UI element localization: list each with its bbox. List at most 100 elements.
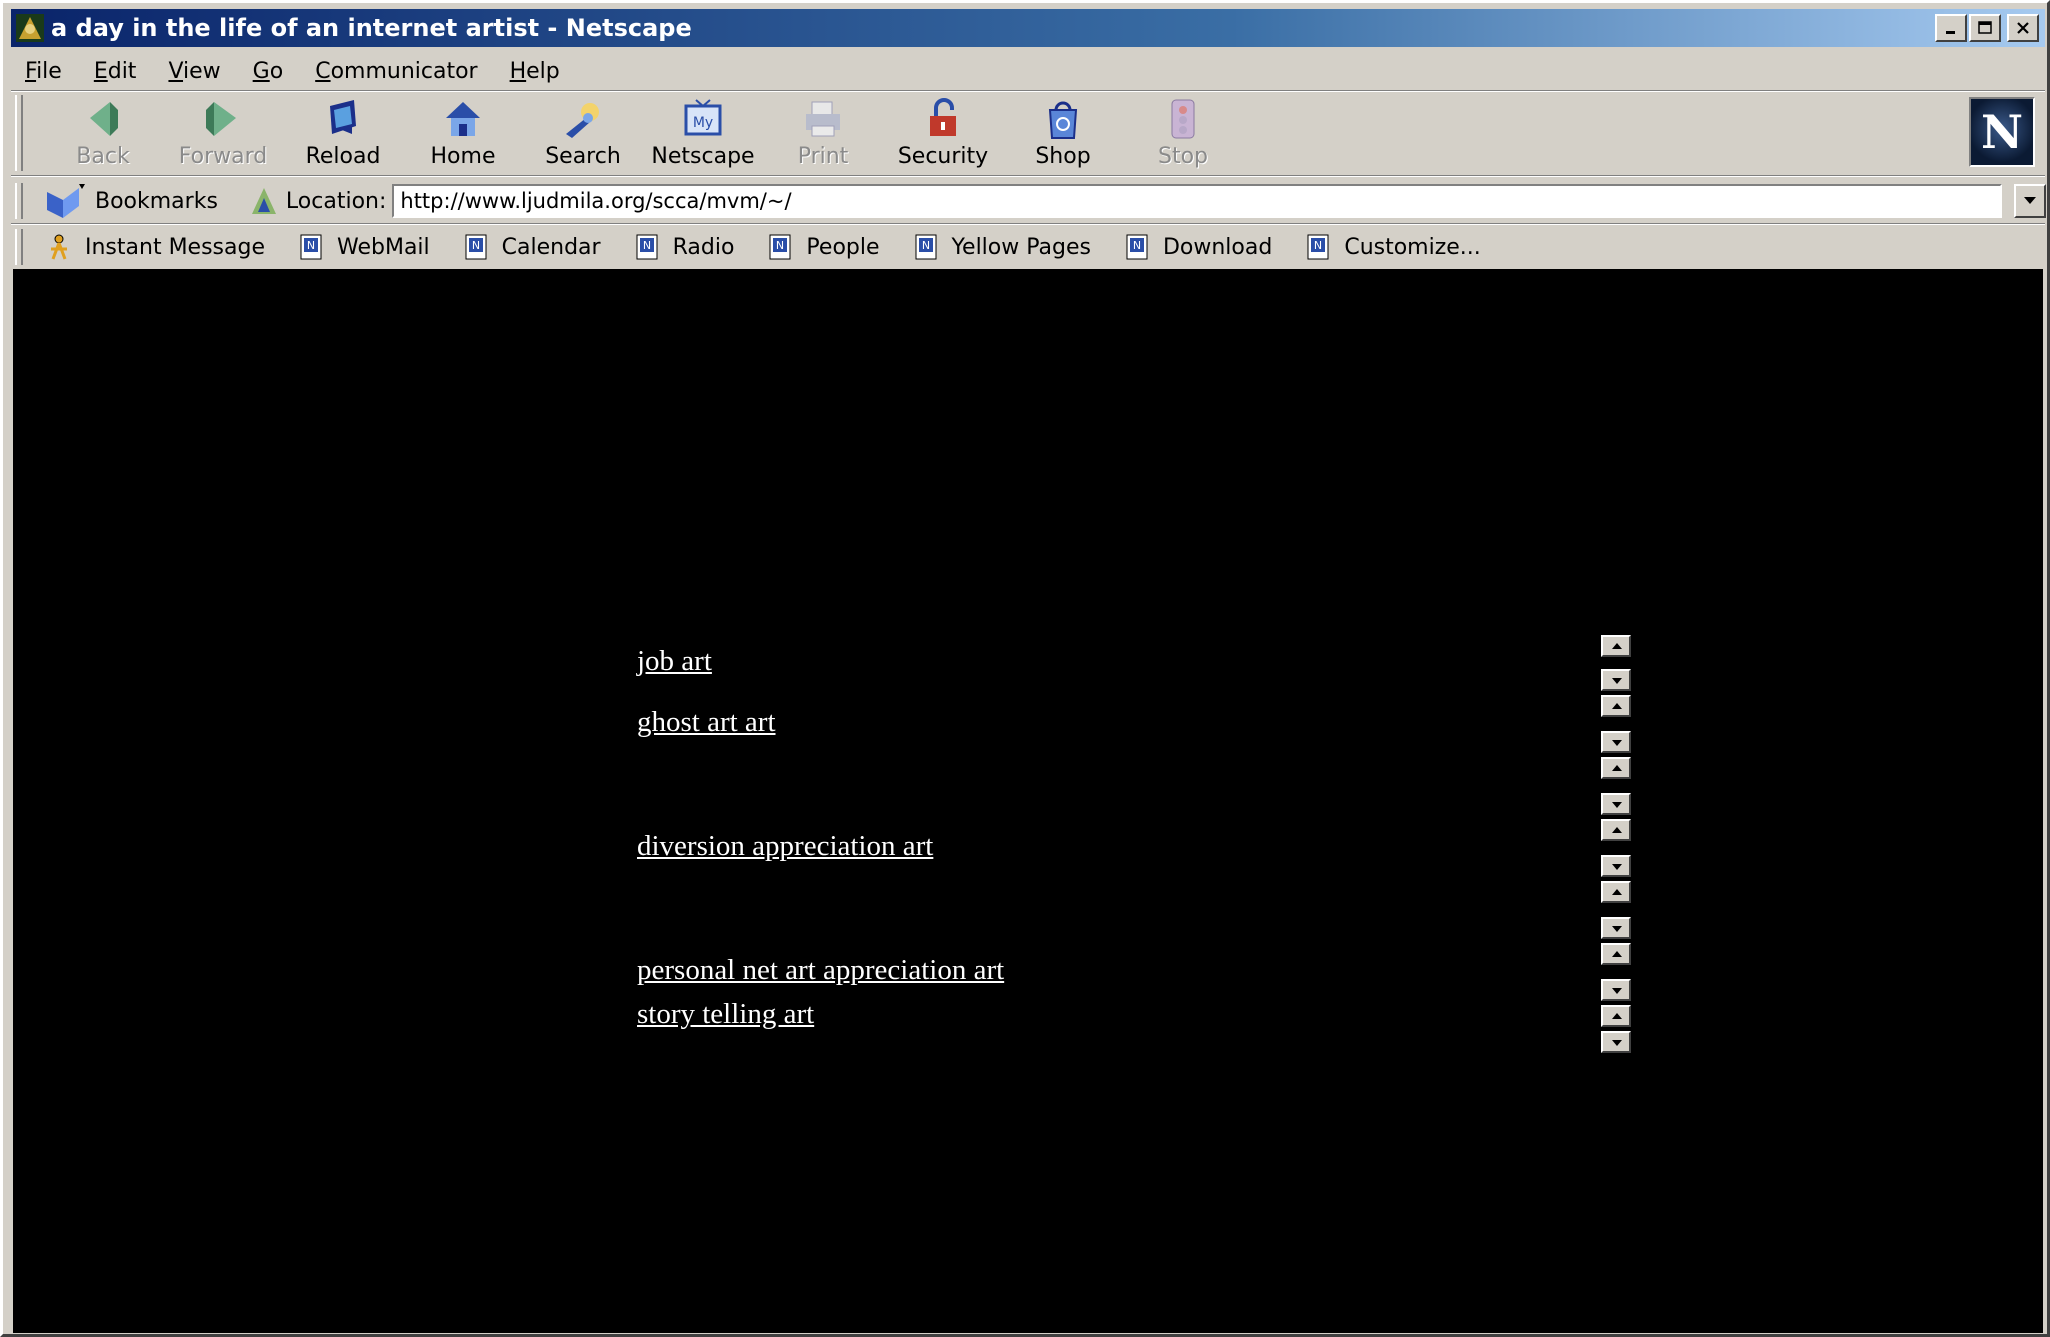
- bookmarks-icon: [47, 184, 85, 218]
- link-story-telling-art[interactable]: story telling art: [637, 998, 814, 1031]
- menu-help[interactable]: Help: [500, 59, 570, 84]
- shopping-bag-icon: [1048, 101, 1078, 139]
- scroll-up-button[interactable]: [1601, 695, 1631, 717]
- location-toolbar: Bookmarks Location: http://www.ljudmila.…: [43, 181, 2047, 221]
- separator: [11, 90, 2045, 92]
- forward-label: Forward: [178, 144, 268, 169]
- maximize-icon: [1978, 21, 1992, 34]
- link-diversion-appreciation-art[interactable]: diversion appreciation art: [637, 830, 933, 863]
- home-label: Home: [430, 144, 496, 169]
- scroll-up-button[interactable]: [1601, 635, 1631, 657]
- personal-toolbar: Instant Message N WebMail N Calendar N R…: [47, 227, 1515, 267]
- print-label: Print: [797, 144, 849, 169]
- scroll-up-button[interactable]: [1601, 943, 1631, 965]
- my-netscape-icon: My: [684, 99, 722, 136]
- scroll-down-button[interactable]: [1601, 669, 1631, 691]
- print-button[interactable]: Print: [763, 93, 883, 173]
- location-grip[interactable]: [15, 183, 23, 219]
- svg-text:N: N: [1314, 239, 1322, 252]
- menu-go[interactable]: Go: [243, 59, 294, 84]
- radio-link[interactable]: N Radio: [635, 233, 734, 261]
- menu-edit[interactable]: Edit: [84, 59, 147, 84]
- url-dropdown-button[interactable]: [2014, 184, 2047, 218]
- bookmarks-button[interactable]: Bookmarks: [43, 182, 224, 220]
- search-button[interactable]: Search: [523, 93, 643, 173]
- customize-link[interactable]: N Customize...: [1306, 233, 1481, 261]
- download-link[interactable]: N Download: [1125, 233, 1272, 261]
- people-label: People: [806, 234, 880, 260]
- download-label: Download: [1162, 234, 1273, 260]
- webmail-label: WebMail: [337, 234, 430, 260]
- title-bar[interactable]: a day in the life of an internet artist …: [11, 9, 2045, 47]
- print-icon: [806, 101, 840, 137]
- page-proxy-icon[interactable]: [248, 184, 280, 218]
- instant-message-link[interactable]: Instant Message: [47, 233, 265, 261]
- scroll-down-button[interactable]: [1601, 793, 1631, 815]
- security-button[interactable]: Security: [883, 93, 1003, 173]
- stop-label: Stop: [1157, 144, 1208, 169]
- calendar-link[interactable]: N Calendar: [464, 233, 601, 261]
- toolbar-grip[interactable]: [15, 95, 23, 171]
- scroll-down-button[interactable]: [1601, 917, 1631, 939]
- netscape-page-icon: N: [769, 234, 791, 260]
- url-field[interactable]: http://www.ljudmila.org/scca/mvm/~/: [392, 184, 2047, 218]
- back-label: Back: [76, 144, 130, 169]
- separator: [11, 223, 2045, 225]
- bookmarks-label: Bookmarks: [95, 188, 218, 214]
- back-button[interactable]: Back: [43, 93, 163, 173]
- padlock-icon: [930, 98, 956, 136]
- scroll-down-button[interactable]: [1601, 979, 1631, 1001]
- shop-button[interactable]: Shop: [1003, 93, 1123, 173]
- link-ghost-art-art[interactable]: ghost art art: [637, 706, 776, 739]
- menu-view[interactable]: View: [158, 59, 230, 84]
- svg-text:N: N: [776, 239, 784, 252]
- webmail-link[interactable]: N WebMail: [299, 233, 430, 261]
- forward-button[interactable]: Forward: [163, 93, 283, 173]
- scroll-up-button[interactable]: [1601, 757, 1631, 779]
- netscape-app-icon[interactable]: [15, 13, 45, 43]
- link-personal-net-art-appreciation-art[interactable]: personal net art appreciation art: [637, 954, 1004, 987]
- shop-label: Shop: [1035, 144, 1091, 169]
- customize-label: Customize...: [1344, 234, 1481, 260]
- netscape-page-icon: N: [300, 234, 322, 260]
- yellow-pages-link[interactable]: N Yellow Pages: [914, 233, 1091, 261]
- instant-message-label: Instant Message: [85, 234, 265, 260]
- netscape-logo[interactable]: N: [1969, 97, 2035, 167]
- menu-communicator[interactable]: Communicator: [305, 59, 487, 84]
- stop-icon: [1171, 99, 1195, 139]
- scroll-up-button[interactable]: [1601, 1005, 1631, 1027]
- personal-toolbar-grip[interactable]: [15, 229, 23, 265]
- back-arrow-icon: [90, 102, 118, 136]
- reload-button[interactable]: Reload: [283, 93, 403, 173]
- close-icon: [2017, 22, 2029, 34]
- menu-bar: File Edit View Go Communicator Help: [15, 53, 582, 89]
- netscape-page-icon: N: [915, 234, 937, 260]
- menu-file[interactable]: File: [15, 59, 72, 84]
- scroll-up-button[interactable]: [1601, 819, 1631, 841]
- maximize-button[interactable]: [1969, 14, 2001, 42]
- people-link[interactable]: N People: [768, 233, 880, 261]
- stop-button[interactable]: Stop: [1123, 93, 1243, 173]
- close-button[interactable]: [2007, 14, 2039, 42]
- scroll-down-button[interactable]: [1601, 855, 1631, 877]
- instant-message-icon: [51, 234, 67, 260]
- search-label: Search: [545, 144, 621, 169]
- calendar-label: Calendar: [501, 234, 601, 260]
- browser-window: a day in the life of an internet artist …: [0, 0, 2050, 1337]
- svg-text:My: My: [693, 115, 713, 131]
- search-icon: [566, 103, 599, 138]
- scroll-up-button[interactable]: [1601, 881, 1631, 903]
- minimize-button[interactable]: [1935, 14, 1967, 42]
- link-job-art[interactable]: job art: [637, 645, 712, 678]
- svg-text:N: N: [921, 239, 929, 252]
- svg-text:N: N: [642, 239, 650, 252]
- home-button[interactable]: Home: [403, 93, 523, 173]
- scroll-down-button[interactable]: [1601, 731, 1631, 753]
- reload-label: Reload: [305, 144, 381, 169]
- chevron-down-icon: [2024, 197, 2037, 204]
- yellow-pages-label: Yellow Pages: [951, 234, 1091, 260]
- reload-icon: [330, 100, 356, 134]
- security-label: Security: [897, 144, 989, 169]
- scroll-down-button[interactable]: [1601, 1031, 1631, 1053]
- my-netscape-button[interactable]: My Netscape: [643, 93, 763, 173]
